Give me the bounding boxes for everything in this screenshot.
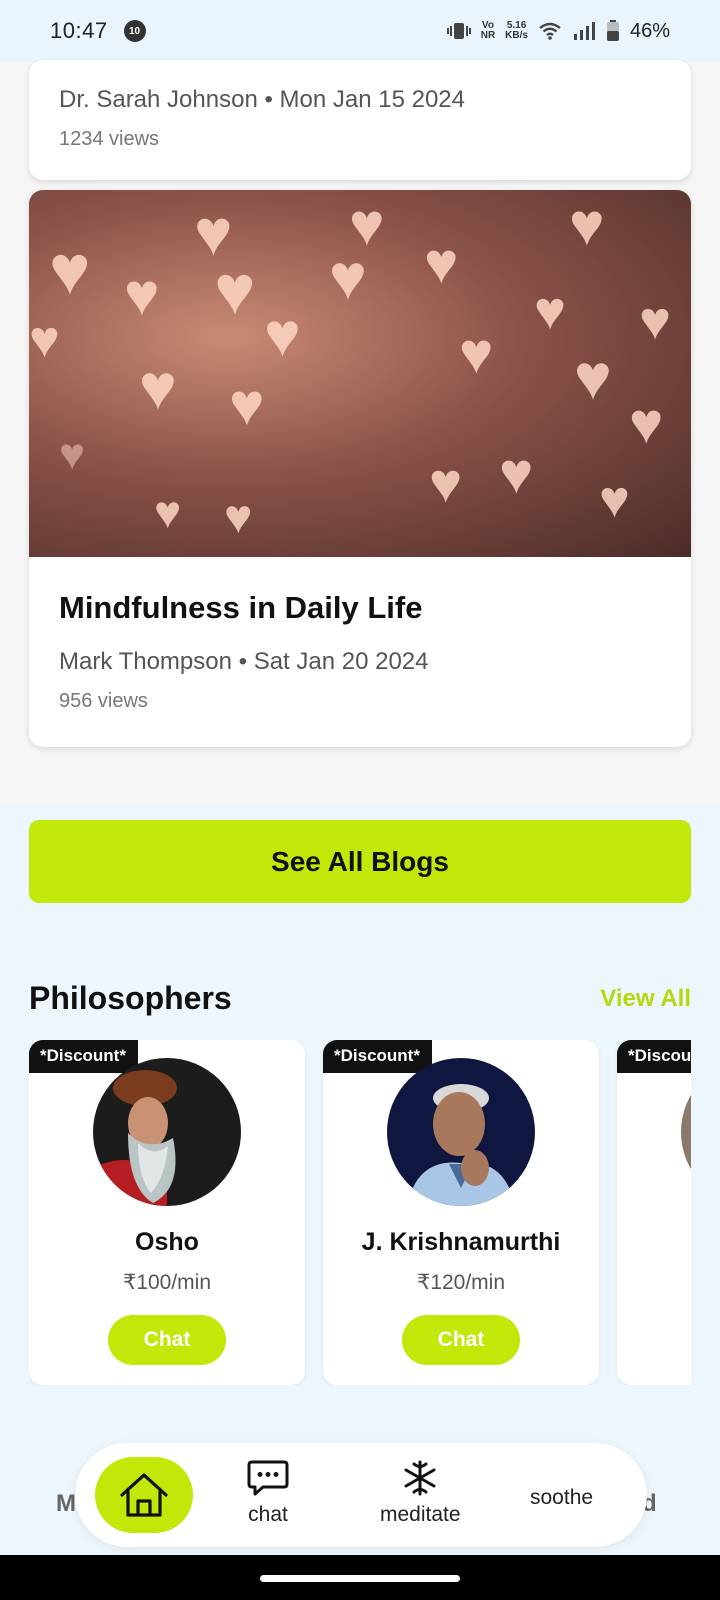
philosopher-name: J. Krishnamurthi xyxy=(361,1228,561,1256)
blog-title: Mindfulness in Daily Life xyxy=(59,590,423,625)
discount-badge: *Discount* xyxy=(323,1040,432,1073)
blog-hero-image: ♥ ♥ ♥ ♥ ♥ ♥ ♥ ♥ ♥ ♥ ♥ ♥ ♥ ♥ ♥ ♥ ♥ ♥ ♥ ♥ … xyxy=(29,190,691,557)
vibrate-icon xyxy=(446,23,471,39)
philosopher-card[interactable]: *Discou xyxy=(617,1040,691,1385)
nav-meditate[interactable]: meditate xyxy=(380,1459,461,1527)
home-icon xyxy=(120,1473,168,1517)
meditate-icon xyxy=(404,1460,436,1496)
blog-views: 956 views xyxy=(59,690,148,712)
section-title: Philosophers xyxy=(29,980,232,1016)
chat-button[interactable]: Chat xyxy=(402,1315,520,1365)
blog-list: Dr. Sarah Johnson • Mon Jan 15 2024 1234… xyxy=(0,60,720,804)
avatar xyxy=(681,1058,691,1206)
blog-author-date: Mark Thompson • Sat Jan 20 2024 xyxy=(59,648,429,675)
philosopher-card[interactable]: *Discount* Osho ₹100/min Chat xyxy=(29,1040,305,1385)
discount-badge: *Discou xyxy=(617,1040,691,1073)
home-indicator[interactable] xyxy=(260,1575,460,1582)
philosopher-price: ₹100/min xyxy=(122,1271,212,1294)
blog-card[interactable]: ♥ ♥ ♥ ♥ ♥ ♥ ♥ ♥ ♥ ♥ ♥ ♥ ♥ ♥ ♥ ♥ ♥ ♥ ♥ ♥ … xyxy=(29,190,691,747)
philosophers-carousel[interactable]: *Discount* Osho ₹100/min Chat *Discount* xyxy=(29,1040,691,1385)
avatar xyxy=(93,1058,241,1206)
blog-views: 1234 views xyxy=(59,128,160,150)
philosopher-card[interactable]: *Discount* J. Krishnamurthi ₹120/min Cha… xyxy=(323,1040,599,1385)
status-bar: 10:47 10 Vo NR 5.16 KB/s 46% xyxy=(0,0,720,62)
see-all-blogs-button[interactable]: See All Blogs xyxy=(29,820,691,903)
philosopher-price: ₹120/min xyxy=(416,1271,506,1294)
nav-soothe[interactable]: soothe xyxy=(530,1480,593,1510)
signal-icon xyxy=(573,22,595,40)
nav-hidden-item-left: M xyxy=(56,1490,76,1517)
nav-chat[interactable]: chat xyxy=(247,1459,289,1527)
bottom-nav: chat meditate soothe xyxy=(75,1443,647,1547)
nav-home[interactable] xyxy=(95,1457,193,1533)
philosopher-name: Osho xyxy=(135,1228,199,1256)
avatar xyxy=(387,1058,535,1206)
chat-icon xyxy=(247,1460,289,1496)
network-speed: 5.16 KB/s xyxy=(505,20,528,41)
volte-indicator: Vo NR xyxy=(480,20,496,41)
status-time: 10:47 xyxy=(50,18,108,43)
blog-author-date: Dr. Sarah Johnson • Mon Jan 15 2024 xyxy=(59,86,465,113)
discount-badge: *Discount* xyxy=(29,1040,138,1073)
blog-card[interactable]: Dr. Sarah Johnson • Mon Jan 15 2024 1234… xyxy=(29,60,691,180)
nav-label: soothe xyxy=(530,1486,594,1509)
nav-label: chat xyxy=(248,1503,288,1526)
battery-icon xyxy=(606,20,619,41)
battery-percentage: 46% xyxy=(629,19,670,42)
notification-badge: 10 xyxy=(123,20,146,42)
nav-label: meditate xyxy=(380,1503,461,1526)
status-icons: Vo NR 5.16 KB/s 46% xyxy=(446,19,670,43)
wifi-icon xyxy=(539,22,561,40)
chat-button[interactable]: Chat xyxy=(108,1315,226,1365)
view-all-link[interactable]: View All xyxy=(600,985,691,1013)
